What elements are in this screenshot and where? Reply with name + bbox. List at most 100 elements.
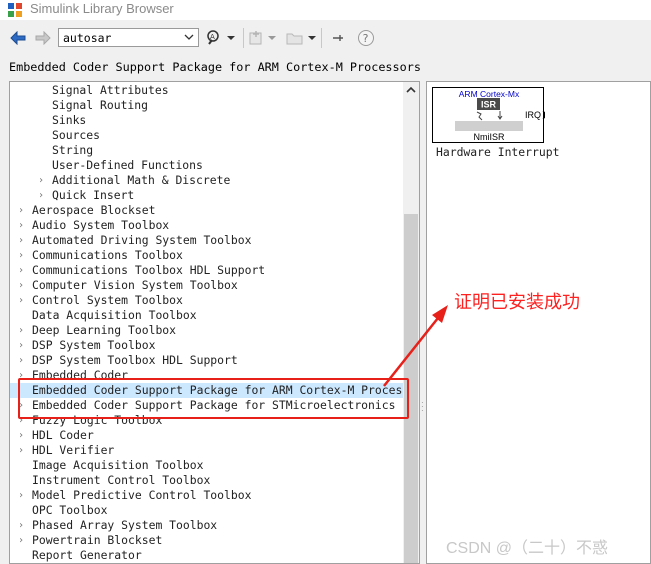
- block-caption: Hardware Interrupt: [436, 145, 560, 159]
- tree-item[interactable]: › Communications Toolbox HDL Support: [10, 263, 404, 278]
- tree-item-label: Automated Driving System Toolbox: [32, 233, 252, 247]
- tree-item-label: Model Predictive Control Toolbox: [32, 488, 252, 502]
- tree-item[interactable]: OPC Toolbox: [10, 503, 404, 518]
- open-model-dropdown[interactable]: [306, 28, 318, 48]
- hardware-interrupt-block[interactable]: ARM Cortex-Mx ISR IRQ NmiISR: [432, 87, 545, 143]
- tree-item-label: DSP System Toolbox HDL Support: [32, 353, 238, 367]
- help-icon: ?: [358, 30, 374, 46]
- tree-item[interactable]: › DSP System Toolbox HDL Support: [10, 353, 404, 368]
- tree-item-label: Audio System Toolbox: [32, 218, 170, 232]
- toolbar-separator: [321, 28, 322, 48]
- forward-button[interactable]: [33, 28, 53, 48]
- search-combobox[interactable]: [58, 28, 199, 47]
- tree-item[interactable]: › Phased Array System Toolbox: [10, 518, 404, 533]
- tree-item[interactable]: › HDL Verifier: [10, 443, 404, 458]
- tree-item[interactable]: › Deep Learning Toolbox: [10, 323, 404, 338]
- expand-chevron-icon[interactable]: ›: [16, 248, 26, 263]
- expand-chevron-icon[interactable]: ›: [16, 293, 26, 308]
- new-model-button[interactable]: [247, 28, 267, 48]
- toolbar-separator: [243, 28, 244, 48]
- tree-item[interactable]: Sources: [10, 128, 404, 143]
- expand-chevron-icon[interactable]: ›: [16, 338, 26, 353]
- pin-button[interactable]: [329, 28, 347, 48]
- arrow-right-icon: [35, 31, 51, 45]
- expand-chevron-icon[interactable]: ›: [16, 278, 26, 293]
- expand-chevron-icon[interactable]: ›: [36, 188, 46, 203]
- tree-item[interactable]: › DSP System Toolbox: [10, 338, 404, 353]
- tree-item-label: Data Acquisition Toolbox: [32, 308, 197, 322]
- library-tree[interactable]: Signal Attributes Signal Routing Sinks Sour…: [9, 81, 420, 564]
- search-button[interactable]: A: [203, 28, 223, 48]
- folder-icon: [286, 33, 303, 45]
- tree-item[interactable]: Sinks: [10, 113, 404, 128]
- tree-item[interactable]: Signal Attributes: [10, 83, 404, 98]
- tree-item[interactable]: › Computer Vision System Toolbox: [10, 278, 404, 293]
- expand-chevron-icon[interactable]: ›: [16, 428, 26, 443]
- expand-chevron-icon[interactable]: ›: [36, 173, 46, 188]
- breadcrumb: Embedded Coder Support Package for ARM C…: [0, 56, 651, 78]
- vertical-scrollbar[interactable]: [403, 82, 419, 563]
- tree-item-label: Communications Toolbox HDL Support: [32, 263, 266, 277]
- open-model-button[interactable]: [285, 28, 305, 48]
- tree-item-label: HDL Verifier: [32, 443, 115, 457]
- caret-down-icon: [227, 36, 235, 40]
- tree-item[interactable]: Image Acquisition Toolbox: [10, 458, 404, 473]
- arrow-left-icon: [10, 31, 26, 45]
- tree-item[interactable]: › Automated Driving System Toolbox: [10, 233, 404, 248]
- tree-item-label: Control System Toolbox: [32, 293, 183, 307]
- splitter-grip: · · ·: [421, 398, 424, 415]
- pin-icon: [333, 35, 343, 41]
- tree-item-label: Instrument Control Toolbox: [32, 473, 211, 487]
- svg-text:A: A: [210, 33, 215, 41]
- tree-item[interactable]: Report Generator: [10, 548, 404, 563]
- tree-item-label: User-Defined Functions: [52, 158, 203, 172]
- tree-item-label: Powertrain Blockset: [32, 533, 163, 547]
- expand-chevron-icon[interactable]: ›: [16, 488, 26, 503]
- tree-item[interactable]: Data Acquisition Toolbox: [10, 308, 404, 323]
- tree-item-label: Phased Array System Toolbox: [32, 518, 218, 532]
- isr-label: ISR: [481, 100, 497, 110]
- tree-item[interactable]: › Control System Toolbox: [10, 293, 404, 308]
- toolbar: A ?: [0, 22, 651, 54]
- expand-chevron-icon[interactable]: ›: [16, 203, 26, 218]
- tree-item[interactable]: › HDL Coder: [10, 428, 404, 443]
- tree-item[interactable]: › Quick Insert: [10, 188, 404, 203]
- back-button[interactable]: [8, 28, 28, 48]
- expand-chevron-icon[interactable]: ›: [16, 233, 26, 248]
- tree-item[interactable]: › Additional Math & Discrete: [10, 173, 404, 188]
- expand-chevron-icon[interactable]: ›: [16, 323, 26, 338]
- block-panel: ARM Cortex-Mx ISR IRQ NmiISR Hardware In…: [426, 81, 651, 564]
- tree-item-label: Deep Learning Toolbox: [32, 323, 177, 337]
- help-button[interactable]: ?: [356, 28, 376, 48]
- expand-chevron-icon[interactable]: ›: [16, 518, 26, 533]
- expand-chevron-icon[interactable]: ›: [16, 443, 26, 458]
- tree-item[interactable]: User-Defined Functions: [10, 158, 404, 173]
- tree-item-label: Communications Toolbox: [32, 248, 183, 262]
- tree-item[interactable]: Signal Routing: [10, 98, 404, 113]
- expand-chevron-icon[interactable]: ›: [16, 353, 26, 368]
- search-options-button[interactable]: [225, 28, 237, 48]
- tree-item[interactable]: › Aerospace Blockset: [10, 203, 404, 218]
- new-model-dropdown[interactable]: [267, 28, 277, 48]
- annotation-text: 证明已安装成功: [454, 292, 580, 312]
- tree-item[interactable]: › Audio System Toolbox: [10, 218, 404, 233]
- expand-chevron-icon[interactable]: ›: [16, 263, 26, 278]
- scroll-up-button[interactable]: [403, 82, 419, 98]
- breadcrumb-text: Embedded Coder Support Package for ARM C…: [9, 60, 421, 74]
- tree-item-label: Sources: [52, 128, 101, 142]
- tree-item[interactable]: String: [10, 143, 404, 158]
- tree-item[interactable]: › Communications Toolbox: [10, 248, 404, 263]
- tree-item-label: Computer Vision System Toolbox: [32, 278, 238, 292]
- tree-item-label: Image Acquisition Toolbox: [32, 458, 204, 472]
- simulink-library-icon: [8, 3, 22, 17]
- expand-chevron-icon[interactable]: ›: [16, 533, 26, 548]
- tree-item[interactable]: › Model Predictive Control Toolbox: [10, 488, 404, 503]
- expand-chevron-icon[interactable]: ›: [16, 218, 26, 233]
- search-input[interactable]: [63, 30, 181, 45]
- tree-item-label: HDL Coder: [32, 428, 94, 442]
- tree-item-label: DSP System Toolbox: [32, 338, 156, 352]
- tree-item[interactable]: Instrument Control Toolbox: [10, 473, 404, 488]
- chevron-down-icon[interactable]: [183, 31, 195, 43]
- tree-item[interactable]: › Powertrain Blockset: [10, 533, 404, 548]
- svg-text:?: ?: [363, 32, 369, 45]
